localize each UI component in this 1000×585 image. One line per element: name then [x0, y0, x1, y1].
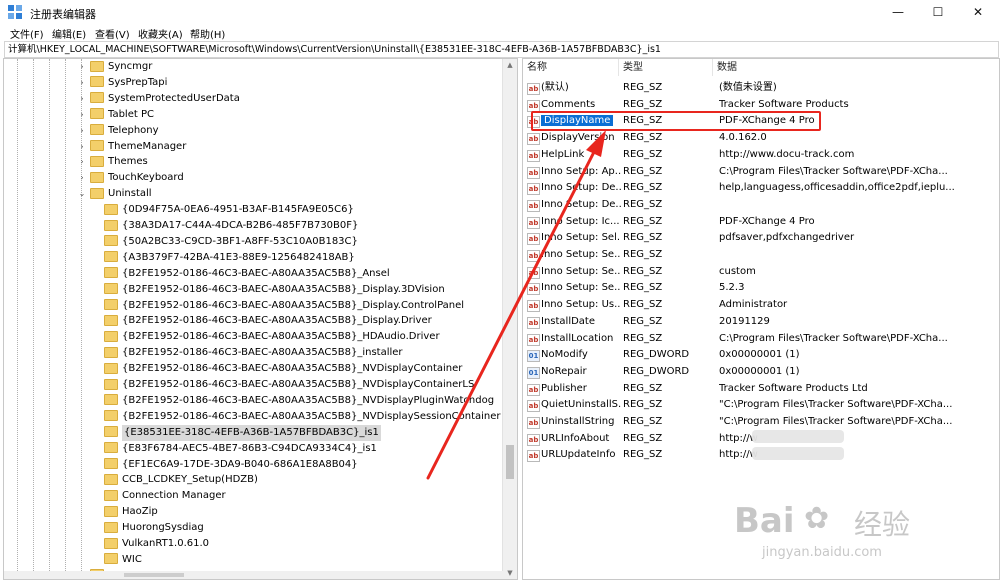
watermark-url: jingyan.baidu.com: [762, 545, 882, 560]
paw-icon: ✿: [804, 501, 830, 536]
annotation-arrow: [426, 130, 606, 480]
baidu-watermark: Bai ✿ 经验 jingyan.baidu.com: [724, 499, 974, 569]
watermark-brand: Bai: [734, 501, 795, 541]
watermark-brand-2: 经验: [854, 508, 911, 541]
